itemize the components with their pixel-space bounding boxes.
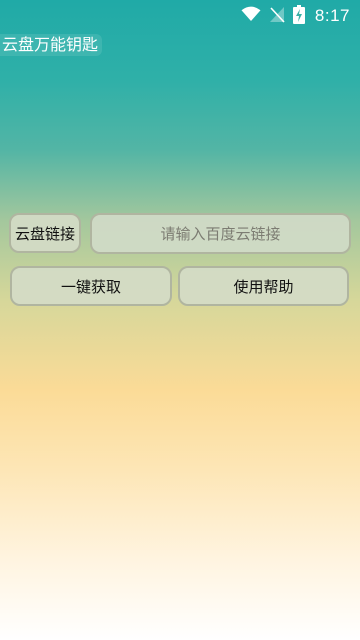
status-icons: 8:17 — [241, 4, 350, 28]
status-bar: 8:17 — [0, 0, 360, 32]
no-signal-icon — [269, 6, 285, 27]
usage-help-button[interactable]: 使用帮助 — [178, 266, 349, 306]
battery-charging-icon — [292, 4, 305, 28]
baidu-link-input[interactable] — [90, 213, 351, 254]
cloud-link-label-button[interactable]: 云盘链接 — [9, 213, 81, 253]
one-click-get-button[interactable]: 一键获取 — [10, 266, 172, 306]
status-time: 8:17 — [314, 6, 350, 25]
app-title: 云盘万能钥匙 — [0, 34, 103, 56]
wifi-icon — [241, 6, 261, 26]
